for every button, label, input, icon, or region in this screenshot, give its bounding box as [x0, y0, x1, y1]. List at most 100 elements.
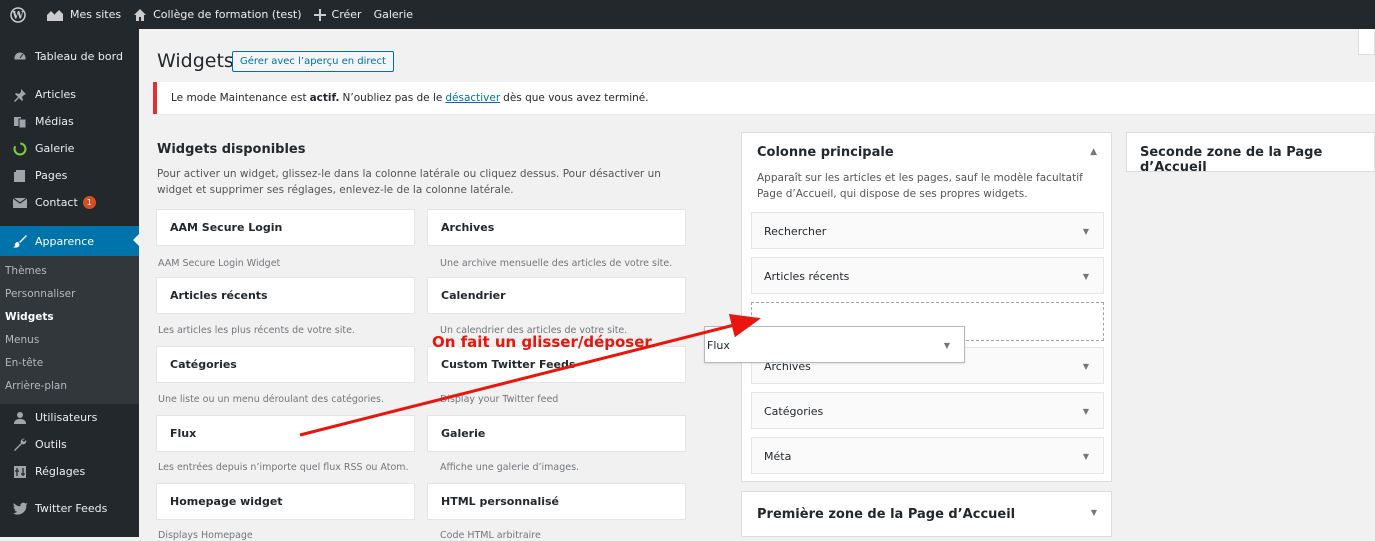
widget-gallery[interactable]: Galerie — [427, 415, 686, 452]
create-label: Créer — [331, 8, 362, 21]
collapse-icon[interactable]: ▲ — [1090, 147, 1097, 157]
placed-widget-label: Rechercher — [764, 225, 827, 238]
submenu-item-background[interactable]: Arrière-plan — [0, 375, 139, 398]
widget-description: Les entrées depuis n’importe quel flux R… — [158, 462, 409, 473]
create-menu[interactable]: Créer — [308, 0, 368, 29]
widget-description: AAM Secure Login Widget — [158, 258, 281, 269]
submenu-item-themes[interactable]: Thèmes — [0, 260, 139, 283]
widget-aam-secure-login[interactable]: AAM Secure Login — [156, 209, 415, 246]
gallery-menu[interactable]: Galerie — [368, 0, 419, 29]
menu-label: Médias — [35, 115, 74, 128]
menu-label: Tableau de bord — [35, 50, 123, 63]
menu-item-contact[interactable]: Contact 1 — [0, 189, 139, 216]
widget-rss[interactable]: Flux — [156, 415, 415, 452]
expand-icon[interactable]: ▼ — [1091, 508, 1097, 517]
menu-item-settings[interactable]: Réglages — [0, 458, 139, 485]
widget-description: Displays Homepage — [158, 530, 253, 541]
widget-description: Display your Twitter feed — [440, 394, 559, 405]
admin-bar: W Mes sites Collège de formation (test) … — [0, 0, 1375, 29]
menu-label: Galerie — [35, 142, 75, 155]
menu-item-articles[interactable]: Articles — [0, 81, 139, 108]
available-widgets-title: Widgets disponibles — [157, 142, 306, 157]
expand-icon: ▼ — [943, 341, 950, 350]
settings-icon — [12, 464, 28, 480]
menu-label: Réglages — [35, 465, 86, 478]
screen-options-tab[interactable] — [1358, 29, 1375, 55]
widget-description: Une liste ou un menu déroulant des catég… — [158, 394, 385, 405]
widget-categories[interactable]: Catégories — [156, 346, 415, 383]
submenu-item-widgets[interactable]: Widgets — [0, 306, 139, 329]
dashboard-icon — [12, 49, 28, 65]
placed-widget-recent-posts[interactable]: Articles récents ▼ — [751, 257, 1104, 294]
widget-archives[interactable]: Archives — [427, 209, 686, 246]
maintenance-notice: Le mode Maintenance est actif. N’oubliez… — [153, 82, 1375, 114]
menu-item-gallery[interactable]: Galerie — [0, 135, 139, 162]
my-sites-menu[interactable]: Mes sites — [40, 0, 127, 29]
gallery-icon — [12, 141, 28, 157]
notice-text: dès que vous avez terminé. — [503, 92, 649, 104]
widget-custom-html[interactable]: HTML personnalisé — [427, 483, 686, 520]
widget-recent-posts[interactable]: Articles récents — [156, 277, 415, 314]
submenu-item-header[interactable]: En-tête — [0, 352, 139, 375]
expand-icon[interactable]: ▼ — [1083, 213, 1089, 250]
menu-item-twitter-feeds[interactable]: Twitter Feeds — [0, 495, 139, 522]
expand-icon[interactable]: ▼ — [1083, 438, 1089, 475]
pages-icon — [12, 168, 28, 184]
live-preview-button[interactable]: Gérer avec l’aperçu en direct — [232, 51, 394, 72]
notification-badge: 1 — [82, 196, 96, 209]
appearance-submenu: Thèmes Personnaliser Widgets Menus En-tê… — [0, 256, 139, 404]
menu-label: Contact — [35, 196, 78, 209]
sidebar-area-title: Colonne principale — [757, 145, 894, 160]
my-sites-icon — [46, 8, 64, 22]
wordpress-logo[interactable]: W — [0, 0, 40, 29]
submenu-item-menus[interactable]: Menus — [0, 329, 139, 352]
page-title: Widgets — [157, 50, 234, 72]
placed-widget-meta[interactable]: Méta ▼ — [751, 437, 1104, 474]
widget-homepage[interactable]: Homepage widget — [156, 483, 415, 520]
placed-widget-label: Méta — [764, 450, 792, 463]
notice-bold: actif. — [309, 92, 340, 104]
menu-label: Pages — [35, 169, 68, 182]
site-name-menu[interactable]: Collège de formation (test) — [127, 0, 307, 29]
media-icon — [12, 114, 28, 130]
dragging-widget-rss[interactable]: Flux ▼ — [704, 326, 965, 363]
widget-description: Une archive mensuelle des articles de vo… — [440, 258, 673, 269]
sidebar-area-title: Seconde zone de la Page d’Accueil — [1140, 145, 1323, 175]
notice-text: Le mode Maintenance est — [171, 92, 307, 104]
expand-icon[interactable]: ▼ — [1083, 258, 1089, 295]
sidebar-area-title: Première zone de la Page d’Accueil — [757, 507, 1016, 522]
tools-icon — [12, 437, 28, 453]
widget-description: Code HTML arbitraire — [440, 530, 541, 541]
menu-item-dashboard[interactable]: Tableau de bord — [0, 43, 139, 70]
placed-widget-categories[interactable]: Catégories ▼ — [751, 392, 1104, 429]
deactivate-link[interactable]: désactiver — [445, 92, 500, 104]
plus-icon — [313, 8, 326, 21]
widget-description: Les articles les plus récents de votre s… — [158, 325, 355, 336]
menu-label: Outils — [35, 438, 67, 451]
expand-icon[interactable]: ▼ — [1083, 393, 1089, 430]
menu-item-appearance[interactable]: Apparence — [0, 226, 139, 256]
menu-item-media[interactable]: Médias — [0, 108, 139, 135]
menu-item-users[interactable]: Utilisateurs — [0, 404, 139, 431]
admin-menu: Tableau de bord Articles Médias Galerie … — [0, 29, 139, 537]
menu-item-pages[interactable]: Pages — [0, 162, 139, 189]
widget-description: Affiche une galerie d’images. — [440, 462, 580, 473]
notice-text: N’oubliez pas de le — [342, 92, 443, 104]
wordpress-icon: W — [10, 6, 26, 23]
pin-icon — [12, 87, 28, 103]
menu-label: Articles — [35, 88, 77, 101]
menu-item-tools[interactable]: Outils — [0, 431, 139, 458]
widget-custom-twitter-feeds[interactable]: Custom Twitter Feeds — [427, 346, 686, 383]
menu-label: Twitter Feeds — [35, 502, 108, 515]
placed-widget-search[interactable]: Rechercher ▼ — [751, 212, 1104, 249]
placed-widget-label: Articles récents — [764, 270, 850, 283]
annotation-text: On fait un glisser/déposer — [432, 333, 652, 351]
mail-icon — [12, 195, 28, 211]
appearance-icon — [12, 233, 28, 249]
widget-calendar[interactable]: Calendrier — [427, 277, 686, 314]
expand-icon[interactable]: ▼ — [1083, 348, 1089, 385]
available-widgets-description: Pour activer un widget, glissez-le dans … — [157, 168, 661, 196]
submenu-item-customize[interactable]: Personnaliser — [0, 283, 139, 306]
users-icon — [12, 410, 28, 426]
my-sites-label: Mes sites — [70, 8, 122, 21]
